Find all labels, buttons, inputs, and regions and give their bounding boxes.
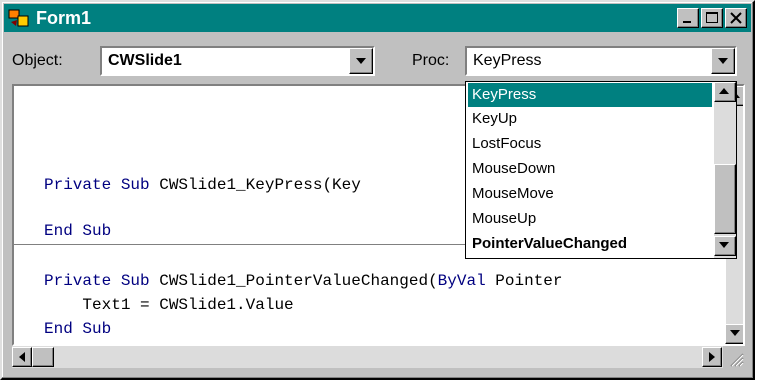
title-bar[interactable]: Form1: [4, 4, 751, 32]
proc-dropdown-list[interactable]: KeyPress KeyUp LostFocus MouseDown Mouse…: [465, 81, 737, 259]
arrow-down-icon: [730, 330, 740, 336]
list-scroll-down-button[interactable]: [714, 236, 736, 256]
keyword: Private Sub: [44, 272, 150, 290]
proc-dropdown-button[interactable]: [711, 48, 735, 74]
window-title: Form1: [36, 8, 92, 28]
proc-option-keypress[interactable]: KeyPress: [468, 83, 712, 107]
object-label: Object:: [12, 52, 63, 69]
keyword: ByVal: [437, 272, 486, 290]
arrow-up-icon: [719, 88, 729, 94]
proc-option-lostfocus[interactable]: LostFocus: [468, 132, 712, 156]
object-value: CWSlide1: [108, 52, 182, 69]
close-icon: [730, 12, 742, 24]
form-window: Form1 Object: CWSlide1 Proc: KeyPress Pr…: [0, 0, 755, 380]
list-scroll-up-button[interactable]: [714, 82, 736, 102]
code-line-3: Private Sub CWSlide1_PointerValueChanged…: [44, 272, 563, 290]
proc-label: Proc:: [412, 52, 450, 69]
code-line-2: End Sub: [44, 222, 111, 240]
chevron-down-icon: [718, 58, 728, 64]
chevron-down-icon: [356, 58, 366, 64]
proc-option-mousedown[interactable]: MouseDown: [468, 157, 712, 181]
scroll-left-button[interactable]: [12, 347, 32, 367]
scroll-right-button[interactable]: [702, 347, 722, 367]
proc-combobox[interactable]: KeyPress: [465, 46, 737, 76]
resize-grip-icon: [730, 353, 744, 367]
horizontal-scroll-thumb[interactable]: [32, 347, 54, 367]
proc-option-pointervaluechanged[interactable]: PointerValueChanged: [468, 232, 712, 256]
arrow-right-icon: [709, 352, 715, 362]
close-button[interactable]: [725, 8, 747, 28]
object-combobox[interactable]: CWSlide1: [100, 46, 375, 76]
size-grip[interactable]: [723, 346, 745, 368]
code-line-4: Text1 = CWSlide1.Value: [44, 296, 294, 314]
object-dropdown-button[interactable]: [349, 48, 373, 74]
list-scroll-thumb[interactable]: [714, 164, 736, 234]
proc-option-keyup[interactable]: KeyUp: [468, 107, 712, 131]
vb-app-icon: [8, 9, 29, 27]
scroll-down-button[interactable]: [725, 324, 743, 344]
minimize-button[interactable]: [677, 8, 699, 28]
maximize-icon: [706, 12, 718, 23]
proc-value: KeyPress: [473, 52, 542, 69]
keyword: End Sub: [44, 222, 112, 240]
arrow-left-icon: [19, 352, 25, 362]
keyword: End Sub: [44, 320, 112, 338]
arrow-down-icon: [719, 242, 729, 248]
horizontal-scrollbar[interactable]: [12, 346, 723, 368]
minimize-icon: [683, 21, 691, 23]
proc-option-mouseup[interactable]: MouseUp: [468, 207, 712, 231]
maximize-button[interactable]: [701, 8, 723, 28]
keyword: Private Sub: [44, 176, 150, 194]
code-line-1: Private Sub CWSlide1_KeyPress(Key: [44, 176, 361, 194]
code-line-5: End Sub: [44, 320, 111, 338]
proc-option-mousemove[interactable]: MouseMove: [468, 182, 712, 206]
list-vertical-scrollbar[interactable]: [714, 82, 736, 258]
